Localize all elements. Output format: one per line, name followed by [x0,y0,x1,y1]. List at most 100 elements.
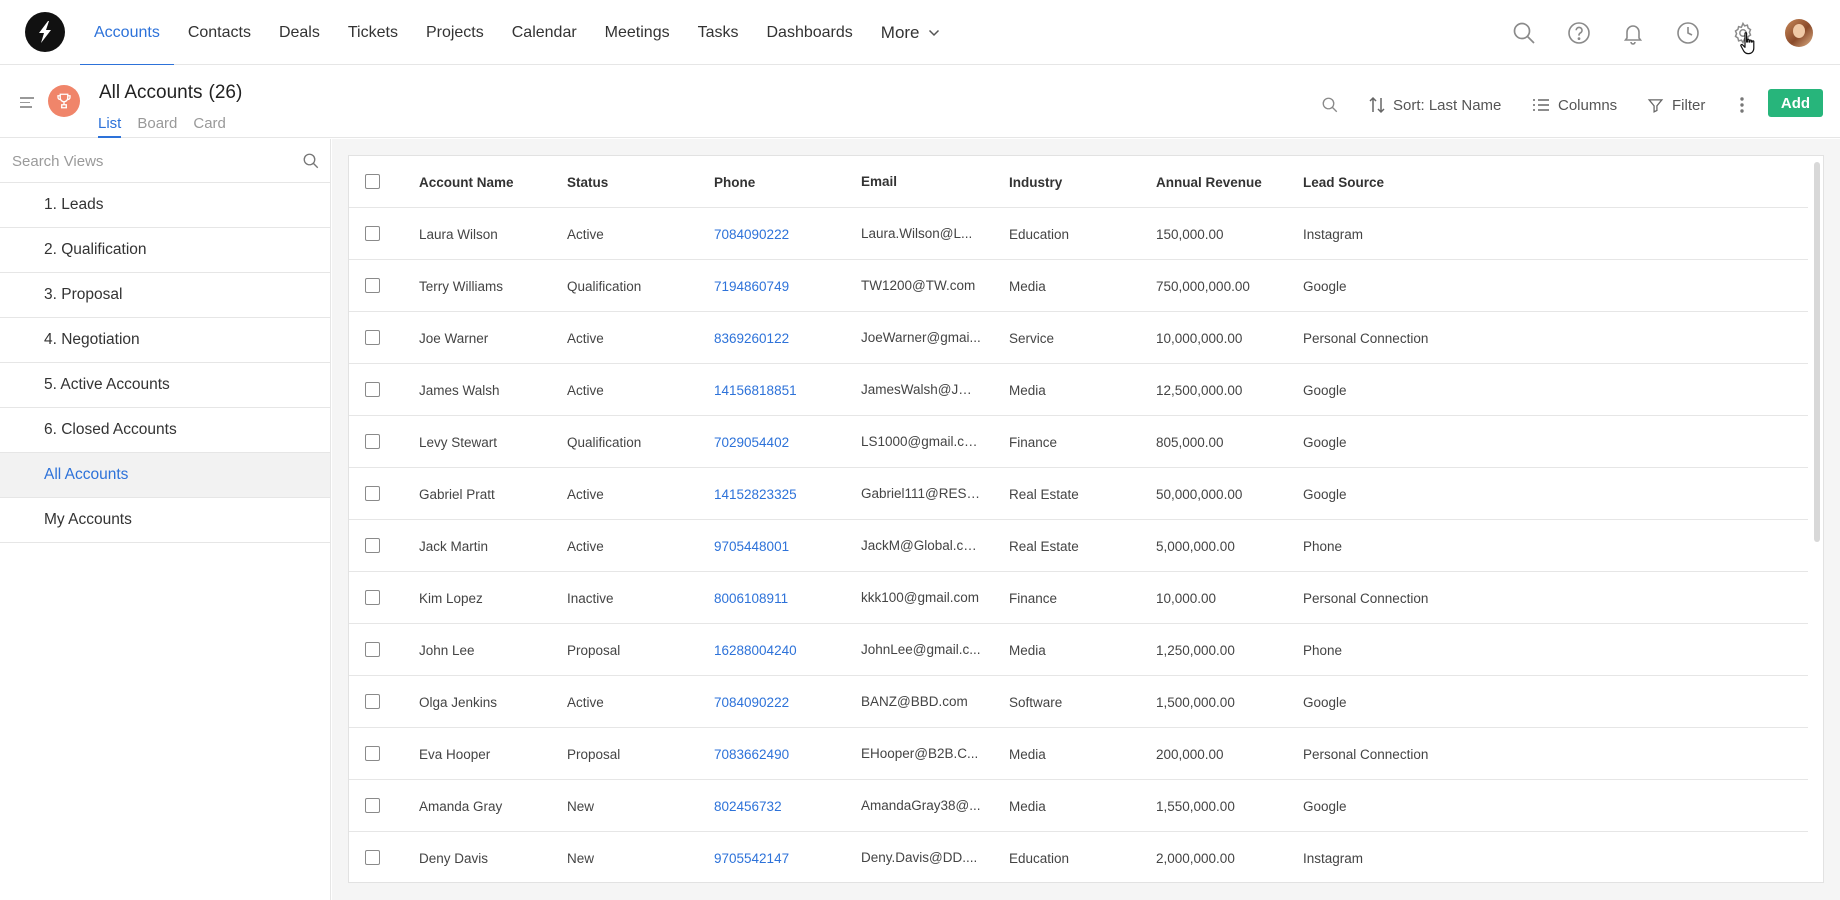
email-cell: kkk100@gmail.com [861,590,979,605]
table-row[interactable]: Joe Warner Active 8369260122 JoeWarner@gmai… [349,312,1808,364]
column-header[interactable]: Annual Revenue [1156,156,1306,208]
table-row[interactable]: Laura Wilson Active 7084090222 Laura.Wilson… [349,208,1808,260]
column-header[interactable]: Lead Source [1303,156,1503,208]
row-checkbox[interactable] [365,226,380,241]
phone-link[interactable]: 7084090222 [714,676,854,728]
search-views-input[interactable] [12,150,292,172]
phone-link[interactable]: 7084090222 [714,208,854,260]
row-checkbox[interactable] [365,850,380,865]
row-checkbox[interactable] [365,746,380,761]
tab-board[interactable]: Board [137,115,177,138]
add-button[interactable]: Add [1768,89,1823,117]
table-row[interactable]: Terry Williams Qualification 7194860749 TW1… [349,260,1808,312]
table-row[interactable]: John Lee Proposal 16288004240 JohnLee@gmail… [349,624,1808,676]
row-checkbox[interactable] [365,330,380,345]
account-name-cell[interactable]: Amanda Gray [419,780,559,832]
table-scrollbar[interactable] [1814,162,1820,542]
sidebar-view-item[interactable]: 4. Negotiation [0,318,330,363]
phone-link[interactable]: 802456732 [714,780,854,832]
phone-link[interactable]: 14156818851 [714,364,854,416]
account-name-cell[interactable]: Eva Hooper [419,728,559,780]
row-checkbox[interactable] [365,278,380,293]
column-header[interactable]: Account Name [419,156,559,208]
account-name-cell[interactable]: Deny Davis [419,832,559,882]
search-icon[interactable] [1511,20,1537,46]
table-row[interactable]: James Walsh Active 14156818851 JamesWalsh@J… [349,364,1808,416]
table-row[interactable]: Kim Lopez Inactive 8006108911 kkk100@gmail.… [349,572,1808,624]
column-header[interactable]: Status [567,156,707,208]
email-cell: AmandaGray38@... [861,798,981,813]
nav-item-tasks[interactable]: Tasks [684,0,753,65]
row-checkbox[interactable] [365,486,380,501]
select-all-checkbox[interactable] [365,174,380,189]
sort-button[interactable]: Sort: Last Name [1369,93,1501,117]
row-checkbox[interactable] [365,538,380,553]
bell-icon[interactable] [1620,20,1646,46]
row-checkbox[interactable] [365,798,380,813]
table-search-icon[interactable] [1321,93,1347,117]
row-checkbox[interactable] [365,590,380,605]
phone-link[interactable]: 8006108911 [714,572,854,624]
table-row[interactable]: Gabriel Pratt Active 14152823325 Gabriel111… [349,468,1808,520]
more-options-icon[interactable] [1739,93,1753,117]
phone-link[interactable]: 14152823325 [714,468,854,520]
help-icon[interactable] [1566,20,1592,46]
phone-link[interactable]: 7194860749 [714,260,854,312]
table-row[interactable]: Levy Stewart Qualification 7029054402 LS100… [349,416,1808,468]
column-header[interactable]: Email [861,156,981,208]
row-checkbox[interactable] [365,642,380,657]
sidebar-view-item[interactable]: 2. Qualification [0,228,330,273]
account-name-cell[interactable]: Olga Jenkins [419,676,559,728]
nav-item-projects[interactable]: Projects [412,0,498,65]
nav-item-tickets[interactable]: Tickets [334,0,412,65]
table-row[interactable]: Jack Martin Active 9705448001 JackM@Global.… [349,520,1808,572]
user-avatar[interactable] [1785,19,1813,47]
nav-item-accounts[interactable]: Accounts [80,0,174,66]
account-name-cell[interactable]: James Walsh [419,364,559,416]
sidebar-toggle-icon[interactable] [20,97,34,109]
column-header[interactable]: Phone [714,156,854,208]
account-name-cell[interactable]: Levy Stewart [419,416,559,468]
nav-item-calendar[interactable]: Calendar [498,0,591,65]
phone-link[interactable]: 7029054402 [714,416,854,468]
phone-link[interactable]: 8369260122 [714,312,854,364]
sidebar-view-item[interactable]: 3. Proposal [0,273,330,318]
account-name-cell[interactable]: Laura Wilson [419,208,559,260]
app-logo[interactable] [25,12,65,52]
filter-button[interactable]: Filter [1647,93,1705,117]
account-name-cell[interactable]: Jack Martin [419,520,559,572]
sidebar-view-item[interactable]: 6. Closed Accounts [0,408,330,453]
nav-item-deals[interactable]: Deals [265,0,334,65]
table-row[interactable]: Deny Davis New 9705542147 Deny.Davis@DD....… [349,832,1808,882]
table-row[interactable]: Olga Jenkins Active 7084090222 BANZ@BBD.com… [349,676,1808,728]
column-header[interactable]: Industry [1009,156,1149,208]
clock-icon[interactable] [1675,20,1701,46]
account-name-cell[interactable]: John Lee [419,624,559,676]
row-checkbox[interactable] [365,434,380,449]
nav-item-dashboards[interactable]: Dashboards [753,0,867,65]
account-name-cell[interactable]: Gabriel Pratt [419,468,559,520]
tab-card[interactable]: Card [193,115,226,138]
account-name-cell[interactable]: Joe Warner [419,312,559,364]
tab-list[interactable]: List [98,115,122,138]
sidebar-view-item[interactable]: 1. Leads [0,183,330,228]
phone-link[interactable]: 16288004240 [714,624,854,676]
account-name-cell[interactable]: Kim Lopez [419,572,559,624]
table-row[interactable]: Eva Hooper Proposal 7083662490 EHooper@B2B.… [349,728,1808,780]
sidebar-view-item[interactable]: 5. Active Accounts [0,363,330,408]
phone-link[interactable]: 7083662490 [714,728,854,780]
phone-link[interactable]: 9705542147 [714,832,854,882]
gear-icon[interactable] [1730,20,1756,46]
columns-button[interactable]: Columns [1532,93,1617,117]
search-icon[interactable] [302,152,320,170]
sidebar-view-item[interactable]: All Accounts [0,453,330,498]
account-name-cell[interactable]: Terry Williams [419,260,559,312]
sidebar-view-item[interactable]: My Accounts [0,498,330,543]
row-checkbox[interactable] [365,382,380,397]
nav-item-meetings[interactable]: Meetings [591,0,684,65]
row-checkbox[interactable] [365,694,380,709]
nav-item-contacts[interactable]: Contacts [174,0,265,65]
phone-link[interactable]: 9705448001 [714,520,854,572]
table-row[interactable]: Amanda Gray New 802456732 AmandaGray38@... M… [349,780,1808,832]
nav-more-menu[interactable]: More [867,0,954,65]
